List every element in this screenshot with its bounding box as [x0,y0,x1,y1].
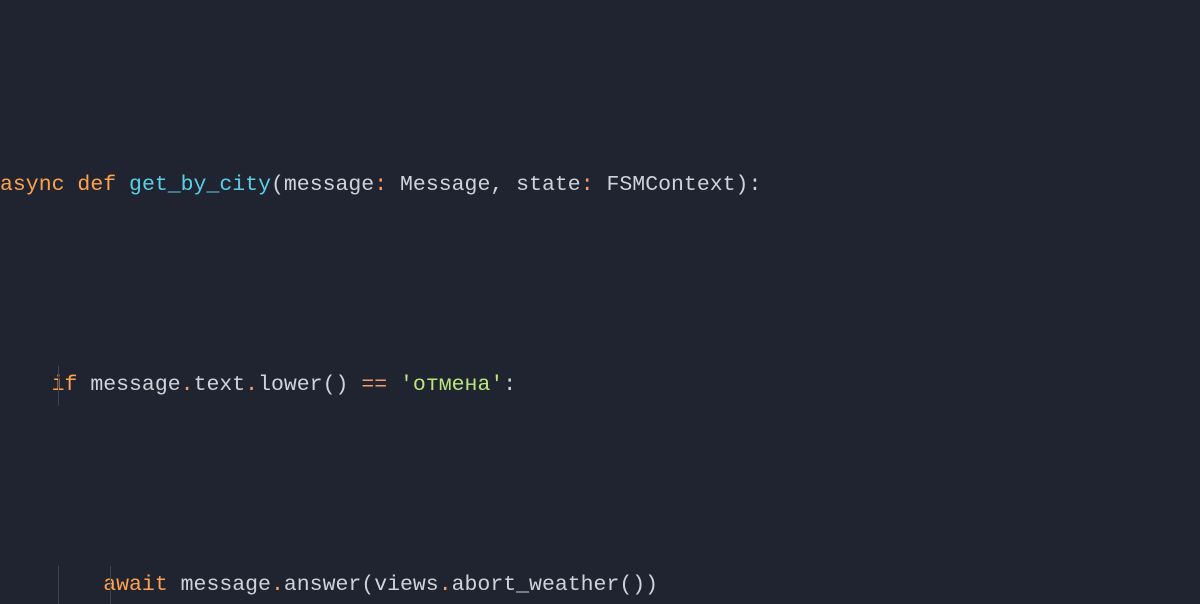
code-line[interactable]: await message.answer(views.abort_weather… [0,566,1200,604]
ident: lower [258,366,323,406]
keyword-def: def [77,166,116,206]
ident: abort_weather [452,566,620,604]
type-fsmcontext: FSMContext [607,166,736,206]
keyword-if: if [52,366,78,406]
ident: views [374,566,439,604]
function-name: get_by_city [129,166,271,206]
param-message: message [284,166,374,206]
keyword-await: await [103,566,168,604]
code-line[interactable]: async def get_by_city(message: Message, … [0,166,1200,206]
ident: message [90,366,180,406]
ident: answer [284,566,361,604]
ident: text [194,366,246,406]
keyword-async: async [0,166,65,206]
param-state: state [516,166,581,206]
ident: message [181,566,271,604]
string-literal: 'отмена' [400,366,503,406]
type-message: Message [400,166,490,206]
code-editor[interactable]: async def get_by_city(message: Message, … [0,0,1200,604]
operator: == [361,366,387,406]
code-line[interactable]: if message.text.lower() == 'отмена': [0,366,1200,406]
